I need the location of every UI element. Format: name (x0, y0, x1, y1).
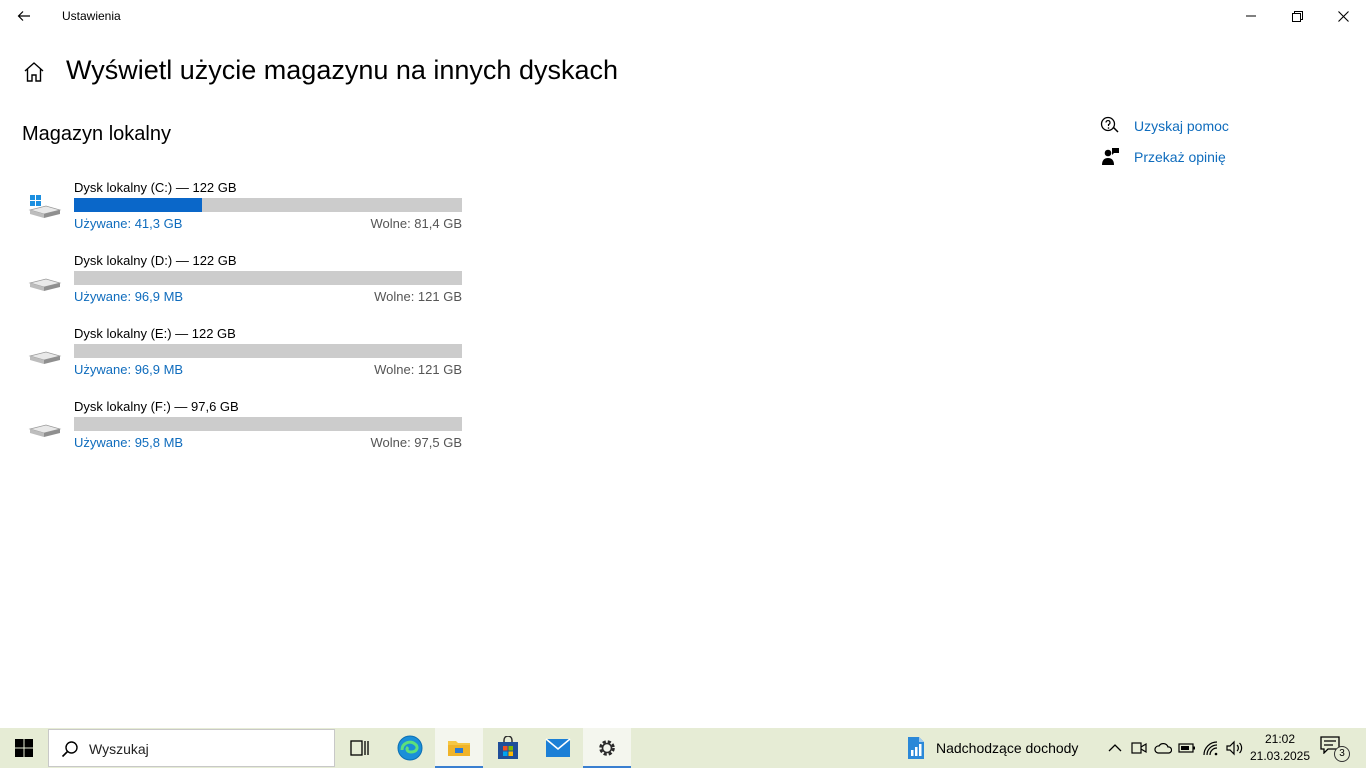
usage-bar (74, 198, 462, 212)
taskbar-clock[interactable]: 21:02 21.03.2025 (1248, 731, 1312, 765)
search-icon (61, 741, 78, 758)
network-icon[interactable] (1201, 738, 1221, 758)
used-space: Używane: 41,3 GB (74, 216, 183, 231)
drive-item-d[interactable]: Dysk lokalny (D:) — 122 GB Używane: 96,9… (22, 253, 467, 313)
title-bar: Ustawienia (0, 0, 1366, 32)
page-title: Wyświetl użycie magazynu na innych dyska… (66, 55, 618, 85)
task-view-icon (350, 740, 369, 756)
notification-count-badge: 3 (1334, 746, 1350, 762)
get-help-link[interactable]: Uzyskaj pomoc (1100, 115, 1229, 137)
arrow-left-icon (17, 11, 30, 21)
task-view-button[interactable] (336, 728, 384, 768)
used-space: Używane: 96,9 MB (74, 362, 184, 377)
edge-app[interactable] (386, 728, 434, 768)
taskbar: Wyszukaj Nadchodzące dochody 21:02 21.03… (0, 728, 1366, 768)
drive-icon (26, 267, 62, 295)
drive-name: Dysk lokalny (F:) — 97,6 GB (74, 399, 239, 414)
get-help-label: Uzyskaj pomoc (1134, 118, 1229, 134)
restore-button[interactable] (1274, 0, 1320, 32)
drive-item-e[interactable]: Dysk lokalny (E:) — 122 GB Używane: 96,9… (22, 326, 467, 386)
drive-item-f[interactable]: Dysk lokalny (F:) — 97,6 GB Używane: 95,… (22, 399, 467, 459)
battery-icon[interactable] (1177, 738, 1197, 758)
onedrive-cloud-icon[interactable] (1153, 738, 1173, 758)
volume-icon[interactable] (1225, 738, 1245, 758)
minimize-button[interactable] (1228, 0, 1274, 32)
clock-time: 21:02 (1264, 732, 1296, 746)
store-app[interactable] (484, 728, 532, 768)
gear-icon (599, 740, 615, 756)
usage-bar (74, 417, 462, 431)
mail-envelope-icon (545, 738, 571, 757)
used-space: Używane: 96,9 MB (74, 289, 184, 304)
notification-center-button[interactable]: 3 (1320, 736, 1350, 762)
chevron-up-icon (1108, 744, 1122, 752)
restore-icon (1291, 10, 1303, 22)
back-button[interactable] (8, 4, 40, 28)
meet-now-icon[interactable] (1129, 738, 1149, 758)
usage-bar (74, 344, 462, 358)
feedback-person-icon (1100, 147, 1120, 167)
usage-bar-fill (74, 198, 203, 212)
home-icon[interactable] (22, 60, 46, 84)
section-title: Magazyn lokalny (22, 123, 171, 145)
settings-app[interactable] (583, 728, 631, 768)
edge-browser-icon (397, 735, 423, 761)
drive-name: Dysk lokalny (D:) — 122 GB (74, 253, 237, 268)
windows-logo-icon (15, 739, 33, 757)
store-bag-icon (498, 736, 518, 759)
usage-bar (74, 271, 462, 285)
search-placeholder: Wyszukaj (89, 741, 149, 757)
free-space: Wolne: 81,4 GB (370, 216, 462, 231)
clock-date: 21.03.2025 (1249, 749, 1311, 763)
drive-name: Dysk lokalny (C:) — 122 GB (74, 180, 237, 195)
start-button[interactable] (0, 728, 48, 768)
close-icon (1337, 10, 1349, 22)
feedback-label: Przekaż opinię (1134, 149, 1226, 165)
mail-app[interactable] (534, 728, 582, 768)
app-title: Ustawienia (62, 9, 121, 23)
free-space: Wolne: 121 GB (374, 362, 462, 377)
free-space: Wolne: 97,5 GB (370, 435, 462, 450)
news-headline: Nadchodzące dochody (936, 740, 1079, 756)
help-chat-icon (1100, 116, 1120, 136)
drive-item-c[interactable]: Dysk lokalny (C:) — 122 GB Używane: 41,3… (22, 180, 467, 240)
free-space: Wolne: 121 GB (374, 289, 462, 304)
minimize-icon (1246, 15, 1256, 17)
close-button[interactable] (1320, 0, 1366, 32)
feedback-link[interactable]: Przekaż opinię (1100, 146, 1226, 168)
drive-icon (26, 340, 62, 368)
news-chart-icon (908, 737, 924, 759)
used-space: Używane: 95,8 MB (74, 435, 184, 450)
drive-name: Dysk lokalny (E:) — 122 GB (74, 326, 236, 341)
show-hidden-icons-button[interactable] (1105, 738, 1125, 758)
system-drive-icon (26, 194, 62, 222)
folder-icon (448, 741, 470, 756)
news-widget[interactable]: Nadchodzące dochody (904, 728, 1094, 768)
drive-icon (26, 413, 62, 441)
taskbar-search[interactable]: Wyszukaj (48, 729, 335, 767)
file-explorer-app[interactable] (435, 728, 483, 768)
